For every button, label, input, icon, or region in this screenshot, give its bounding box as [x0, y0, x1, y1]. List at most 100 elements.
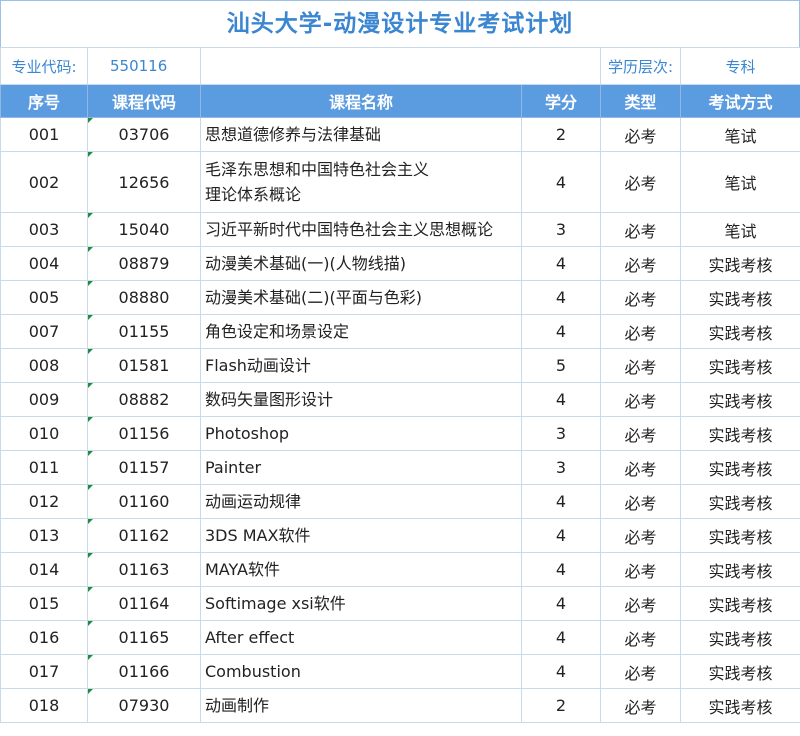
header-no: 序号: [0, 84, 88, 118]
row-no: 014: [0, 552, 88, 587]
row-type: 必考: [600, 348, 681, 383]
row-credit: 4: [521, 151, 601, 213]
row-exam-method: 笔试: [680, 151, 800, 213]
row-credit: 4: [521, 654, 601, 689]
row-course-name: MAYA软件: [200, 552, 522, 587]
row-exam-method: 实践考核: [680, 484, 800, 519]
row-type: 必考: [600, 586, 681, 621]
row-course-name: After effect: [200, 620, 522, 655]
row-course-name: Flash动画设计: [200, 348, 522, 383]
table-row: 016 01165 After effect 4 必考 实践考核: [0, 620, 800, 655]
row-exam-method: 实践考核: [680, 382, 800, 417]
row-exam-method: 实践考核: [680, 450, 800, 485]
row-course-code: 01157: [87, 450, 201, 485]
row-exam-method: 实践考核: [680, 586, 800, 621]
row-type: 必考: [600, 688, 681, 723]
row-exam-method: 实践考核: [680, 280, 800, 315]
row-course-code: 08882: [87, 382, 201, 417]
row-type: 必考: [600, 518, 681, 553]
header-course-code: 课程代码: [87, 84, 201, 118]
row-credit: 3: [521, 416, 601, 451]
table-row: 001 03706 思想道德修养与法律基础 2 必考 笔试: [0, 117, 800, 152]
row-type: 必考: [600, 620, 681, 655]
row-exam-method: 实践考核: [680, 552, 800, 587]
table-row: 015 01164 Softimage xsi软件 4 必考 实践考核: [0, 586, 800, 621]
row-no: 013: [0, 518, 88, 553]
row-credit: 4: [521, 382, 601, 417]
row-credit: 4: [521, 620, 601, 655]
row-course-code: 01162: [87, 518, 201, 553]
major-code-label: 专业代码:: [0, 47, 88, 85]
table-row: 013 01162 3DS MAX软件 4 必考 实践考核: [0, 518, 800, 553]
header-row: 序号 课程代码 课程名称 学分 类型 考试方式: [0, 84, 800, 118]
row-no: 011: [0, 450, 88, 485]
meta-blank-cell: [200, 47, 601, 85]
row-course-code: 01155: [87, 314, 201, 349]
table-row: 003 15040 习近平新时代中国特色社会主义思想概论 3 必考 笔试: [0, 212, 800, 247]
table-row: 004 08879 动漫美术基础(一)(人物线描) 4 必考 实践考核: [0, 246, 800, 281]
row-course-code: 01581: [87, 348, 201, 383]
row-no: 008: [0, 348, 88, 383]
row-type: 必考: [600, 151, 681, 213]
table-row: 017 01166 Combustion 4 必考 实践考核: [0, 654, 800, 689]
row-course-name: 动画制作: [200, 688, 522, 723]
row-credit: 4: [521, 586, 601, 621]
row-exam-method: 实践考核: [680, 314, 800, 349]
row-course-code: 08879: [87, 246, 201, 281]
row-course-code: 07930: [87, 688, 201, 723]
meta-row: 专业代码: 550116 学历层次: 专科: [0, 47, 800, 85]
row-exam-method: 笔试: [680, 212, 800, 247]
row-credit: 4: [521, 280, 601, 315]
row-exam-method: 笔试: [680, 117, 800, 152]
row-exam-method: 实践考核: [680, 688, 800, 723]
row-credit: 2: [521, 688, 601, 723]
education-level-label: 学历层次:: [600, 47, 681, 85]
row-no: 015: [0, 586, 88, 621]
header-credit: 学分: [521, 84, 601, 118]
row-no: 012: [0, 484, 88, 519]
row-no: 002: [0, 151, 88, 213]
header-exam-method: 考试方式: [680, 84, 800, 118]
row-course-code: 01164: [87, 586, 201, 621]
row-credit: 4: [521, 314, 601, 349]
education-level-value: 专科: [680, 47, 800, 85]
row-course-code: 01156: [87, 416, 201, 451]
row-type: 必考: [600, 280, 681, 315]
row-type: 必考: [600, 654, 681, 689]
row-no: 016: [0, 620, 88, 655]
row-course-name: 角色设定和场景设定: [200, 314, 522, 349]
row-no: 003: [0, 212, 88, 247]
row-type: 必考: [600, 450, 681, 485]
row-no: 005: [0, 280, 88, 315]
row-type: 必考: [600, 552, 681, 587]
row-no: 018: [0, 688, 88, 723]
exam-plan-sheet: 汕头大学-动漫设计专业考试计划 专业代码: 550116 学历层次: 专科 序号…: [0, 0, 800, 736]
row-course-name: 思想道德修养与法律基础: [200, 117, 522, 152]
row-type: 必考: [600, 117, 681, 152]
row-course-code: 15040: [87, 212, 201, 247]
row-exam-method: 实践考核: [680, 416, 800, 451]
row-course-code: 12656: [87, 151, 201, 213]
row-no: 009: [0, 382, 88, 417]
row-no: 017: [0, 654, 88, 689]
row-type: 必考: [600, 246, 681, 281]
row-exam-method: 实践考核: [680, 518, 800, 553]
row-course-name: 动漫美术基础(二)(平面与色彩): [200, 280, 522, 315]
course-rows: 001 03706 思想道德修养与法律基础 2 必考 笔试 002 12656 毛泽东思想和中国…: [0, 117, 800, 723]
major-code-value: 550116: [87, 47, 201, 85]
row-course-code: 01160: [87, 484, 201, 519]
row-course-name: 动漫美术基础(一)(人物线描): [200, 246, 522, 281]
row-course-name: 动画运动规律: [200, 484, 522, 519]
row-course-name: 习近平新时代中国特色社会主义思想概论: [200, 212, 522, 247]
row-exam-method: 实践考核: [680, 654, 800, 689]
table-row: 005 08880 动漫美术基础(二)(平面与色彩) 4 必考 实践考核: [0, 280, 800, 315]
row-credit: 3: [521, 212, 601, 247]
row-course-name: Photoshop: [200, 416, 522, 451]
row-course-name: 数码矢量图形设计: [200, 382, 522, 417]
row-no: 010: [0, 416, 88, 451]
row-course-code: 01166: [87, 654, 201, 689]
row-type: 必考: [600, 416, 681, 451]
row-type: 必考: [600, 212, 681, 247]
header-type: 类型: [600, 84, 681, 118]
row-course-name: Softimage xsi软件: [200, 586, 522, 621]
